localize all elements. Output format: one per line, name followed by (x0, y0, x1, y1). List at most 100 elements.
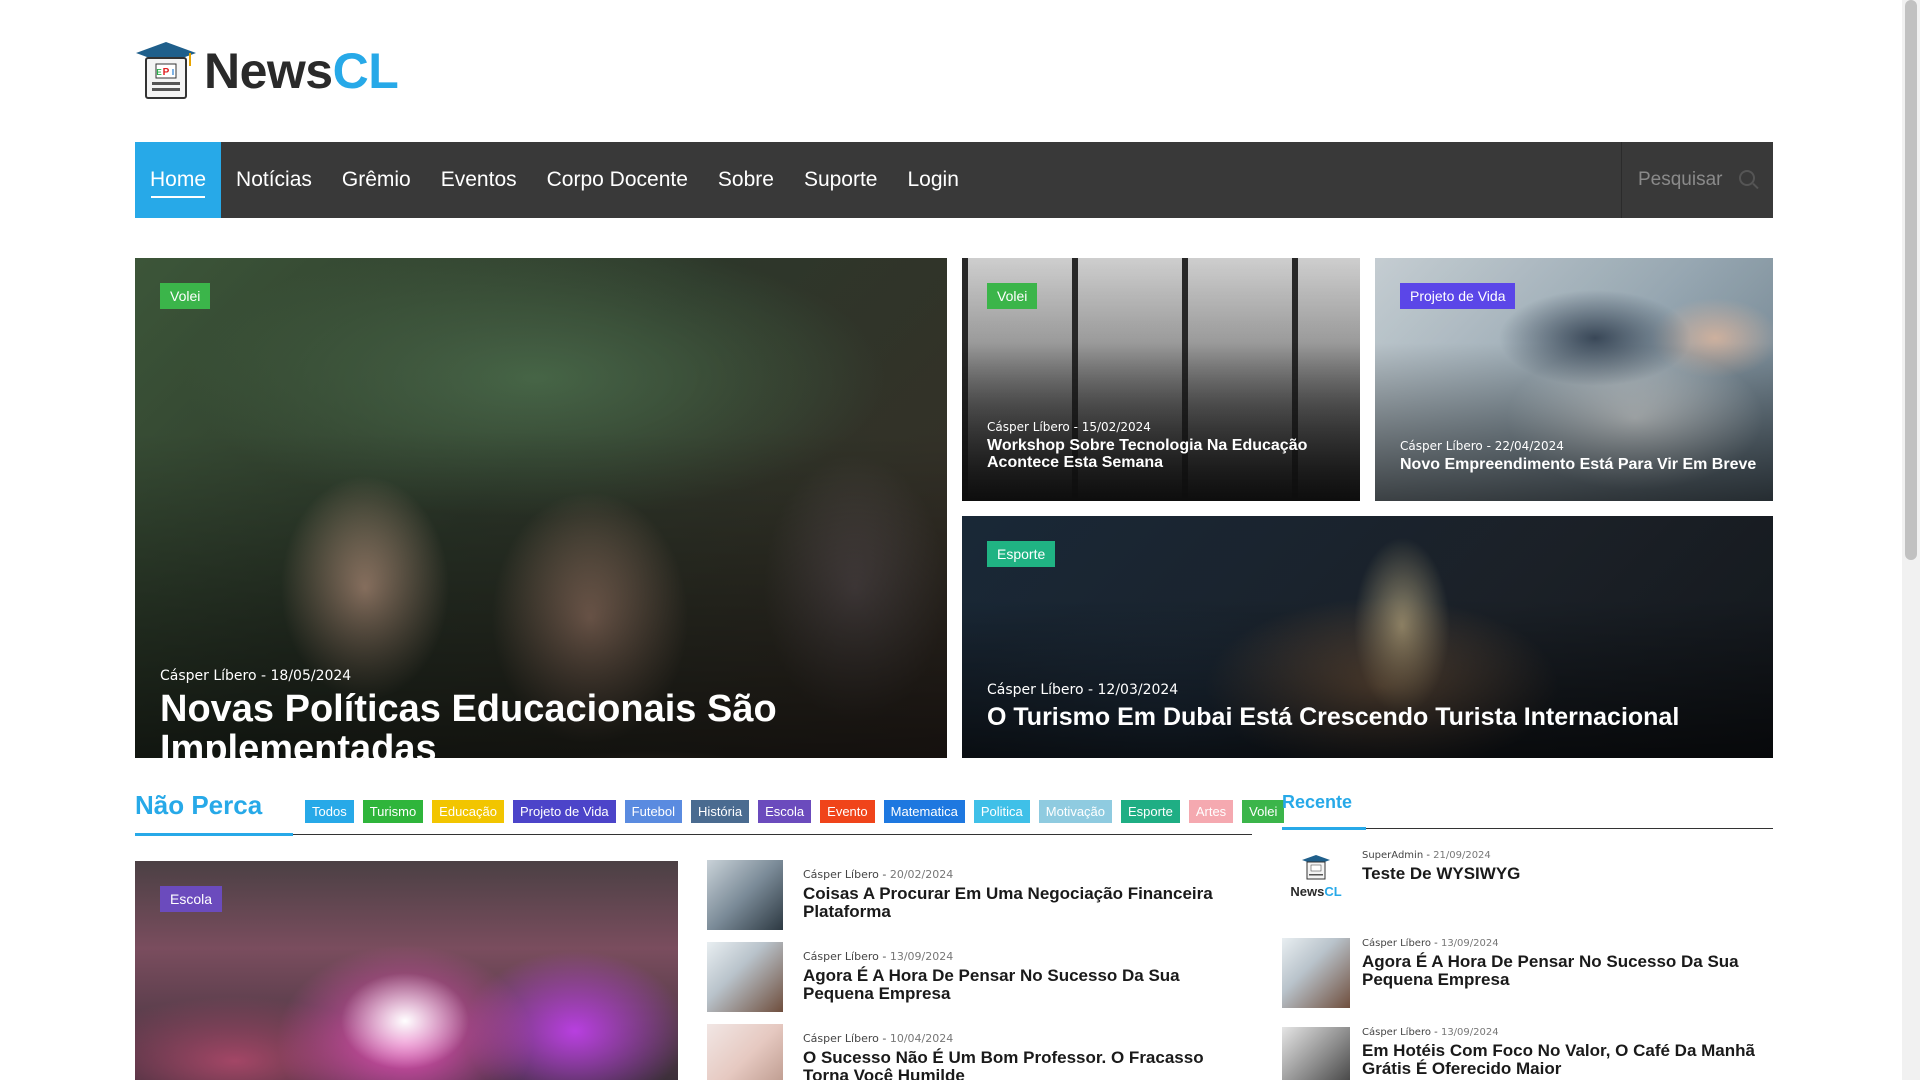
nao-perca-feature-card[interactable]: Escola (135, 861, 678, 1080)
recent-item[interactable]: Cásper Líbero - 13/09/2024 Agora É A Hor… (1282, 938, 1773, 1027)
page-scrollbar[interactable] (1902, 0, 1920, 1080)
nav-item-suporte[interactable]: Suporte (789, 142, 893, 218)
recent-item-meta: Cásper Líbero - 13/09/2024 (1362, 938, 1499, 949)
search-icon[interactable] (1739, 170, 1755, 186)
list-item-author: Cásper Líbero (803, 868, 879, 881)
hero-main-author: Cásper Líbero (160, 668, 257, 684)
recent-item-title[interactable]: Em Hotéis Com Foco No Valor, O Café Da M… (1362, 1042, 1773, 1078)
recent-item-thumbnail[interactable] (1282, 1027, 1350, 1080)
hero-top-mid-title[interactable]: Workshop Sobre Tecnologia Na Educação Ac… (987, 437, 1347, 472)
hero-top-mid-date: 15/02/2024 (1081, 420, 1151, 434)
search-input[interactable] (1638, 169, 1738, 191)
list-item-text: Cásper Líbero - 10/04/2024 O Sucesso Não… (803, 1024, 1247, 1080)
recent-item-thumbnail[interactable] (1282, 938, 1350, 1008)
list-item-title[interactable]: Coisas A Procurar Em Uma Negociação Fina… (803, 885, 1247, 921)
recent-title: Recente (1282, 792, 1353, 812)
recent-item-logo-thumbnail[interactable]: NewsCL (1282, 850, 1350, 908)
logo-text-cl: CL (332, 43, 399, 99)
list-item-date: 10/04/2024 (889, 1032, 954, 1045)
hero-top-right-meta: Cásper Líbero - 22/04/2024 (1400, 439, 1564, 453)
filter-chip-educa-o[interactable]: Educação (432, 800, 504, 823)
hero-top-mid-card[interactable]: Volei Cásper Líbero - 15/02/2024 Worksho… (962, 258, 1360, 501)
list-item-meta: Cásper Líbero - 10/04/2024 (803, 1032, 954, 1045)
list-item-title[interactable]: O Sucesso Não É Um Bom Professor. O Frac… (803, 1049, 1247, 1080)
list-item-title[interactable]: Agora É A Hora De Pensar No Sucesso Da S… (803, 967, 1247, 1003)
hero-main-card[interactable]: Volei Cásper Líbero - 18/05/2024 Novas P… (135, 258, 947, 758)
nao-perca-feature-tag[interactable]: Escola (160, 886, 223, 912)
nav-item-corpo-docente[interactable]: Corpo Docente (532, 142, 703, 218)
hero-bottom-wide-card[interactable]: Esporte Cásper Líbero - 12/03/2024 O Tur… (962, 516, 1773, 758)
hero-main-tag[interactable]: Volei (160, 283, 211, 309)
nao-perca-list: Cásper Líbero - 20/02/2024 Coisas A Proc… (707, 860, 1247, 1080)
hero-main-date: 18/05/2024 (270, 668, 352, 684)
recent-item[interactable]: Cásper Líbero - 13/09/2024 Em Hotéis Com… (1282, 1027, 1773, 1080)
graduation-cap-logo-icon: P E I (134, 40, 198, 102)
recent-item-title[interactable]: Agora É A Hora De Pensar No Sucesso Da S… (1362, 953, 1773, 989)
list-item-text: Cásper Líbero - 20/02/2024 Coisas A Proc… (803, 860, 1247, 942)
hero-main-title[interactable]: Novas Políticas Educacionais São Impleme… (160, 689, 930, 758)
hero-top-right-tag[interactable]: Projeto de Vida (1400, 283, 1516, 309)
list-item-meta: Cásper Líbero - 13/09/2024 (803, 950, 954, 963)
hero-main-meta: Cásper Líbero - 18/05/2024 (160, 668, 352, 684)
hero-top-mid-meta: Cásper Líbero - 15/02/2024 (987, 420, 1151, 434)
hero-bottom-wide-meta: Cásper Líbero - 12/03/2024 (987, 682, 1179, 698)
mini-logo-news: News (1290, 884, 1325, 899)
hero-top-right-author: Cásper Líbero (1400, 439, 1483, 453)
list-item[interactable]: Cásper Líbero - 10/04/2024 O Sucesso Não… (707, 1024, 1247, 1080)
list-item-date: 20/02/2024 (889, 868, 954, 881)
recent-item[interactable]: NewsCL SuperAdmin - 21/09/2024 Teste De … (1282, 850, 1773, 938)
filter-chip-turismo[interactable]: Turismo (362, 800, 424, 823)
hero-bottom-wide-tag[interactable]: Esporte (987, 541, 1056, 567)
filter-chip-motiva-o[interactable]: Motivação (1038, 800, 1113, 823)
filter-chip-artes[interactable]: Artes (1188, 800, 1234, 823)
filter-chip-volei[interactable]: Volei (1242, 800, 1285, 823)
filter-chip-escola[interactable]: Escola (758, 800, 812, 823)
svg-text:P: P (163, 67, 170, 78)
recent-item-text: SuperAdmin - 21/09/2024 Teste De WYSIWYG (1362, 850, 1520, 883)
hero-top-mid-tag[interactable]: Volei (987, 283, 1038, 309)
logo-text-news: News (204, 43, 333, 99)
page-scrollbar-thumb[interactable] (1905, 0, 1917, 560)
nao-perca-divider-accent (135, 833, 293, 836)
filter-chip-evento[interactable]: Evento (820, 800, 875, 823)
recent-item-text: Cásper Líbero - 13/09/2024 Em Hotéis Com… (1362, 1027, 1773, 1080)
nav-item-noticias[interactable]: Notícias (221, 142, 327, 218)
list-item-date: 13/09/2024 (889, 950, 954, 963)
filter-chip-futebol[interactable]: Futebol (624, 800, 683, 823)
nav-item-eventos[interactable]: Eventos (426, 142, 532, 218)
hero-bottom-wide-title[interactable]: O Turismo Em Dubai Está Crescendo Turist… (987, 704, 1757, 731)
filter-chip-hist-ria[interactable]: História (691, 800, 750, 823)
filter-chip-matematica[interactable]: Matematica (883, 800, 965, 823)
nav-item-login[interactable]: Login (893, 142, 974, 218)
filter-chip-esporte[interactable]: Esporte (1121, 800, 1180, 823)
list-item[interactable]: Cásper Líbero - 13/09/2024 Agora É A Hor… (707, 942, 1247, 1024)
list-item-thumbnail[interactable] (707, 860, 783, 930)
site-logo[interactable]: P E I NewsCL (134, 40, 399, 102)
nav-item-home[interactable]: Home (135, 142, 222, 218)
recent-item-author: Cásper Líbero (1362, 938, 1431, 949)
svg-text:E: E (156, 68, 162, 77)
filter-chip-todos[interactable]: Todos (305, 800, 354, 823)
svg-text:I: I (172, 68, 174, 77)
filter-chip-politica[interactable]: Politica (973, 800, 1030, 823)
list-item-thumbnail[interactable] (707, 942, 783, 1012)
recent-list: NewsCL SuperAdmin - 21/09/2024 Teste De … (1282, 850, 1773, 1080)
list-item-author: Cásper Líbero (803, 1032, 879, 1045)
hero-bottom-wide-date: 12/03/2024 (1097, 682, 1179, 698)
list-item[interactable]: Cásper Líbero - 20/02/2024 Coisas A Proc… (707, 860, 1247, 942)
hero-top-right-date: 22/04/2024 (1494, 439, 1564, 453)
list-item-thumbnail[interactable] (707, 1024, 783, 1080)
recent-item-title[interactable]: Teste De WYSIWYG (1362, 865, 1520, 883)
site-logo-text: NewsCL (204, 42, 399, 100)
recent-divider-accent (1282, 827, 1366, 830)
hero-top-right-title[interactable]: Novo Empreendimento Está Para Vir Em Bre… (1400, 456, 1760, 474)
recent-item-logo-text: NewsCL (1290, 884, 1341, 899)
hero-top-right-card[interactable]: Projeto de Vida Cásper Líbero - 22/04/20… (1375, 258, 1773, 501)
nav-item-sobre[interactable]: Sobre (703, 142, 789, 218)
recent-item-date: 21/09/2024 (1433, 850, 1491, 861)
hero-bottom-wide-author: Cásper Líbero (987, 682, 1084, 698)
filter-chip-projeto-de-vida[interactable]: Projeto de Vida (513, 800, 616, 823)
mini-logo-cl: CL (1324, 884, 1342, 899)
nav-item-gremio[interactable]: Grêmio (327, 142, 426, 218)
